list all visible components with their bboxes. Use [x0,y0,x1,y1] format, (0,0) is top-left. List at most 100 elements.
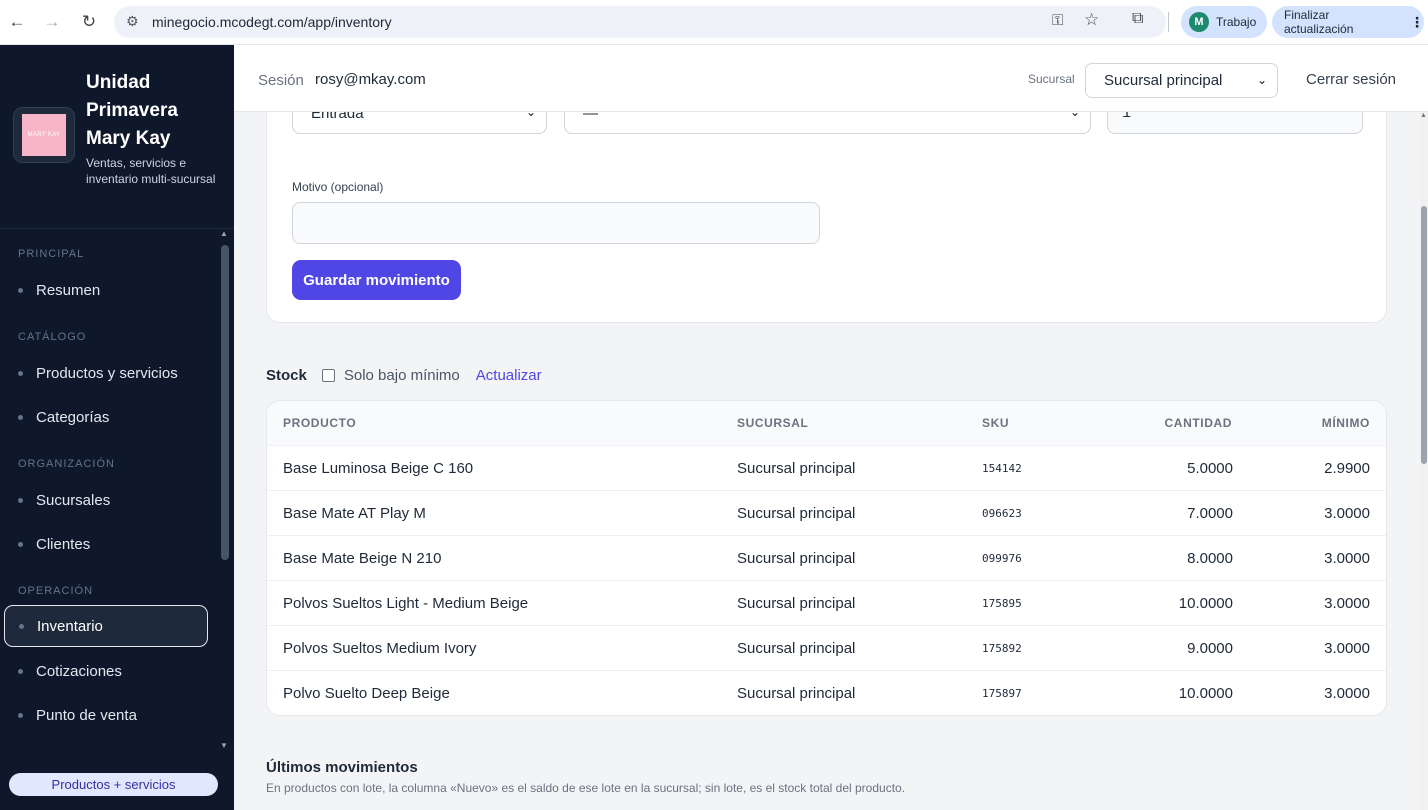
movement-type-select[interactable]: Entrada ⌄ [292,112,547,134]
cell-producto: Base Mate Beige N 210 [283,550,442,567]
footer-pill: Productos + servicios [9,773,218,796]
cell-sucursal: Sucursal principal [737,595,856,612]
address-bar[interactable]: ⚙ minegocio.mcodegt.com/app/inventory ⚿ … [114,6,1166,38]
cell-minimo: 3.0000 [1324,550,1370,567]
cell-cantidad: 8.0000 [1187,550,1233,567]
product-select[interactable]: — ⌄ [564,112,1091,134]
table-row: Base Mate Beige N 210 Sucursal principal… [267,536,1386,581]
sidebar-item-label: Punto de venta [36,706,137,724]
star-icon[interactable]: ☆ [1084,10,1099,30]
sidebar-item-productos[interactable]: Productos y servicios [4,352,208,394]
branch-select[interactable]: Sucursal principal ⌄ [1085,63,1278,98]
cell-sku: 175897 [982,687,1022,700]
cell-sku: 154142 [982,462,1022,475]
bullet-icon [18,712,23,718]
cell-sucursal: Sucursal principal [737,550,856,567]
sidebar-item-label: Categorías [36,408,110,426]
brand-subtitle: Ventas, servicios e inventario multi-suc… [86,156,216,186]
sidebar-item-label: Resumen [36,281,101,299]
cell-cantidad: 5.0000 [1187,460,1233,477]
table-row: Polvos Sueltos Medium Ivory Sucursal pri… [267,626,1386,671]
motivo-label: Motivo (opcional) [292,180,384,194]
table-row: Base Mate AT Play M Sucursal principal 0… [267,491,1386,536]
low-stock-label[interactable]: Solo bajo mínimo [344,367,460,384]
sidebar-item-label: Inventario [37,617,103,635]
cell-sku: 175895 [982,597,1022,610]
chevron-down-icon: ⌄ [525,112,536,119]
main-scrollbar[interactable] [1421,206,1427,464]
table-header: PRODUCTO SUCURSAL SKU CANTIDAD MÍNIMO [267,401,1386,446]
url-text[interactable]: minegocio.mcodegt.com/app/inventory [152,14,392,30]
cell-producto: Polvo Suelto Deep Beige [283,685,450,702]
section-catalogo: CATÁLOGO [18,331,87,343]
stock-table: PRODUCTO SUCURSAL SKU CANTIDAD MÍNIMO Ba… [266,400,1387,716]
sidebar-scrollbar[interactable] [221,245,229,560]
sidebar-item-punto-venta[interactable]: Punto de venta [4,694,208,736]
forward-arrow-icon[interactable]: → [38,8,66,36]
profile-chip[interactable]: M Trabajo [1181,6,1267,38]
movements-title: Últimos movimientos [266,759,418,776]
sidebar-divider [0,228,234,229]
bullet-icon [18,414,23,420]
quantity-input[interactable]: 1 [1107,112,1363,134]
low-stock-checkbox[interactable] [321,368,335,382]
logo-text: MARY KAY [27,132,61,138]
sidebar-item-sucursales[interactable]: Sucursales [4,479,208,521]
site-settings-icon[interactable]: ⚙ [126,13,139,30]
column-header-sucursal: SUCURSAL [737,416,809,430]
table-row: Base Luminosa Beige C 160 Sucursal princ… [267,446,1386,491]
sidebar-item-cotizaciones[interactable]: Cotizaciones [4,650,208,692]
quantity-value: 1 [1122,112,1132,122]
sidebar-item-label: Sucursales [36,491,111,509]
movements-subtitle: En productos con lote, la columna «Nuevo… [266,781,906,795]
session-email: rosy@mkay.com [315,71,426,88]
app-header: Sesión rosy@mkay.com Sucursal Sucursal p… [234,45,1428,112]
scroll-up-icon[interactable]: ▲ [220,229,228,238]
cell-sucursal: Sucursal principal [737,460,856,477]
avatar: M [1189,12,1209,32]
menu-dots-icon[interactable]: ⋮ [1410,14,1424,31]
column-header-sku: SKU [982,416,1010,430]
cell-minimo: 3.0000 [1324,685,1370,702]
table-row: Polvos Sueltos Light - Medium Beige Sucu… [267,581,1386,626]
movement-type-value: Entrada [311,112,364,122]
scroll-down-icon[interactable]: ▼ [220,741,228,750]
session-label: Sesión [258,72,304,89]
cell-producto: Base Luminosa Beige C 160 [283,460,474,477]
logout-link[interactable]: Cerrar sesión [1306,71,1396,88]
bullet-icon [19,623,24,629]
reload-icon[interactable]: ↻ [75,8,103,36]
cell-sucursal: Sucursal principal [737,640,856,657]
sidebar-item-clientes[interactable]: Clientes [4,523,208,565]
sidebar-item-label: Productos y servicios [36,364,178,382]
cell-minimo: 2.9900 [1324,460,1370,477]
cell-cantidad: 10.0000 [1178,595,1233,612]
sidebar-item-label: Clientes [36,535,91,553]
sidebar-item-categorias[interactable]: Categorías [4,396,208,438]
movement-form-card: Entrada ⌄ — ⌄ 1 Motivo (opcional) Guarda… [266,112,1387,323]
chevron-down-icon: ⌄ [1069,112,1080,119]
cell-sku: 096623 [982,507,1022,520]
cell-minimo: 3.0000 [1324,640,1370,657]
bullet-icon [18,497,23,503]
chevron-down-icon: ⌄ [1256,73,1267,87]
scroll-up-icon[interactable]: ▲ [1420,112,1427,119]
brand-title: Unidad Primavera Mary Kay [86,72,178,149]
section-principal: PRINCIPAL [18,248,85,260]
save-movement-button[interactable]: Guardar movimiento [292,260,461,300]
update-button[interactable]: Finalizar actualización ⋮ [1272,6,1424,38]
key-icon[interactable]: ⚿ [1052,12,1063,29]
browser-toolbar: ← → ↻ ⚙ minegocio.mcodegt.com/app/invent… [0,0,1428,45]
stock-toolbar: Stock Solo bajo mínimo Actualizar [266,364,542,386]
cell-minimo: 3.0000 [1324,505,1370,522]
sidebar-item-resumen[interactable]: Resumen [4,269,208,311]
table-row: Polvo Suelto Deep Beige Sucursal princip… [267,671,1386,715]
motivo-input[interactable] [292,202,820,244]
sidebar-item-inventario[interactable]: Inventario [4,605,208,647]
cell-sku: 175892 [982,642,1022,655]
section-organizacion: ORGANIZACIÓN [18,458,115,470]
column-header-producto: PRODUCTO [283,416,357,430]
refresh-link[interactable]: Actualizar [476,367,542,384]
back-arrow-icon[interactable]: ← [3,8,31,36]
extensions-icon[interactable]: ⧉ [1132,10,1143,28]
